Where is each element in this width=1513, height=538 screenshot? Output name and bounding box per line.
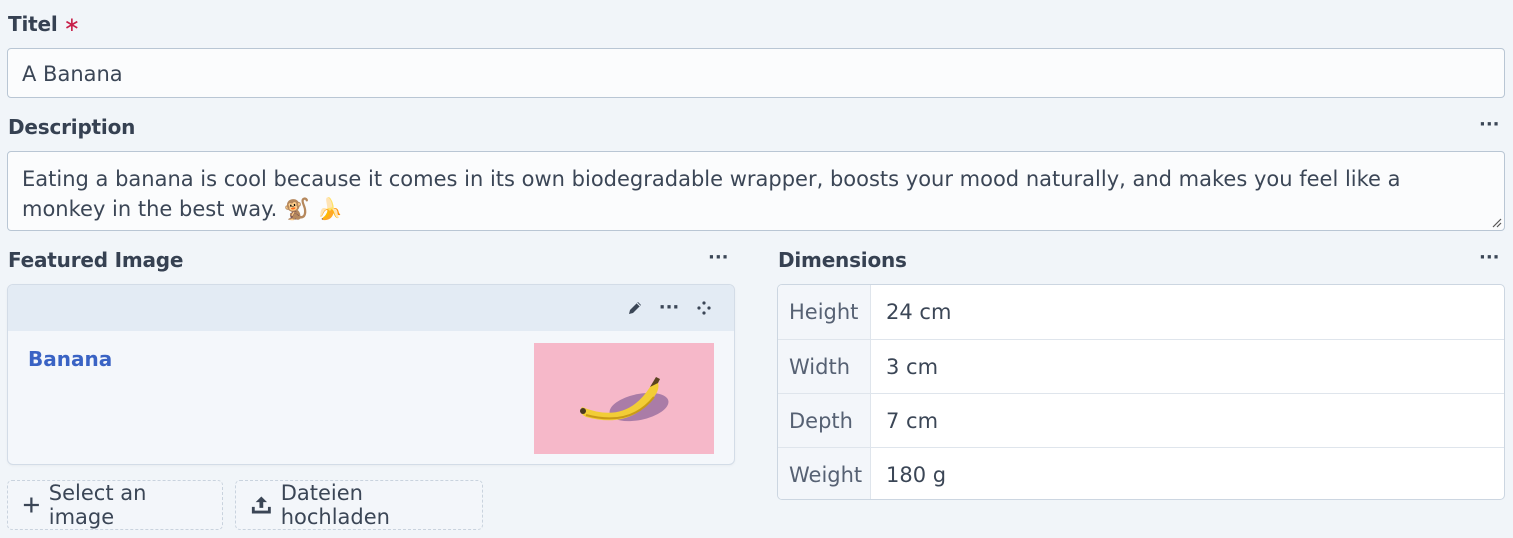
title-label: Titel ∗ — [8, 12, 80, 36]
dimensions-label: Dimensions — [778, 248, 907, 272]
dimension-key: Depth — [778, 394, 871, 447]
pencil-icon[interactable] — [624, 297, 646, 319]
title-label-text: Titel — [8, 12, 58, 36]
select-image-label: Select an image — [48, 481, 147, 529]
upload-files-label: Dateien hochladen — [280, 481, 390, 529]
image-card: ··· Banana — [7, 284, 735, 465]
drag-handle-icon[interactable] — [693, 297, 715, 319]
dimensions-row-weight: Weight 180 g — [778, 447, 1504, 499]
banana-image — [580, 377, 669, 422]
upload-files-button[interactable]: Dateien hochladen — [235, 480, 483, 530]
dimension-key: Height — [778, 285, 871, 339]
dimensions-row-depth: Depth 7 cm — [778, 393, 1504, 447]
dimensions-row-width: Width 3 cm — [778, 339, 1504, 393]
description-menu-icon[interactable]: ··· — [1479, 116, 1500, 134]
more-horizontal-icon[interactable]: ··· — [658, 297, 680, 319]
dimensions-menu-icon[interactable]: ··· — [1479, 249, 1500, 267]
select-image-button[interactable]: Select an image — [7, 480, 223, 530]
image-thumbnail[interactable] — [534, 343, 714, 454]
description-text: Eating a banana is cool because it comes… — [22, 167, 1401, 221]
featured-image-menu-icon[interactable]: ··· — [708, 249, 729, 267]
dimension-value-input[interactable]: 24 cm — [871, 285, 1504, 339]
dimension-value-input[interactable]: 3 cm — [871, 340, 1504, 393]
dimension-key: Weight — [778, 448, 871, 499]
dimensions-table: Height 24 cm Width 3 cm Depth 7 cm Weigh… — [777, 284, 1505, 500]
required-indicator: ∗ — [63, 12, 81, 36]
resize-handle-icon[interactable] — [1490, 216, 1502, 228]
dimension-value-input[interactable]: 180 g — [871, 448, 1504, 499]
upload-icon — [251, 496, 271, 514]
description-textarea[interactable]: Eating a banana is cool because it comes… — [7, 151, 1505, 231]
image-card-toolbar: ··· — [8, 285, 734, 331]
featured-image-label: Featured Image — [8, 248, 184, 272]
image-title-link[interactable]: Banana — [28, 347, 112, 371]
entry-edit-form: Titel ∗ A Banana Description ··· Eating a… — [0, 0, 1513, 538]
plus-icon — [23, 497, 39, 513]
dimension-value-input[interactable]: 7 cm — [871, 394, 1504, 447]
title-input[interactable]: A Banana — [7, 48, 1505, 98]
description-label: Description — [8, 115, 136, 139]
dimension-key: Width — [778, 340, 871, 393]
dimensions-row-height: Height 24 cm — [778, 285, 1504, 339]
